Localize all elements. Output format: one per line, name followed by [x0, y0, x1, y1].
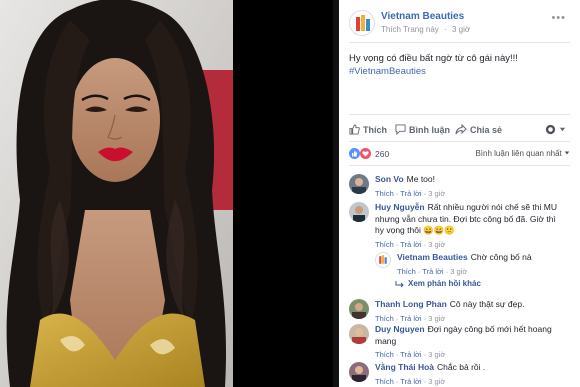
love-reaction-icon[interactable] [360, 148, 371, 159]
reactions-bar: 260 Bình luận liên quan nhất [349, 146, 570, 162]
comment-actions: Thích · Trả lời · 3 giờ [375, 188, 446, 198]
avatar[interactable] [349, 202, 369, 222]
comment-text: Chắc bả rồi . [437, 362, 486, 372]
reaction-count[interactable]: 260 [375, 149, 389, 159]
vietnam-beauties-logo-icon [356, 15, 370, 31]
more-options-icon[interactable]: ••• [551, 12, 566, 24]
post-time[interactable]: 3 giờ [452, 25, 470, 34]
comment-label: Bình luận [409, 124, 450, 135]
comment-sort-label: Bình luận liên quan nhất [475, 149, 562, 158]
post-meta: Thích Trang này · 3 giờ [381, 25, 473, 34]
comment-body: Vằng Thái Hoà Chắc bả rồi . Thích · Trả l… [375, 362, 565, 387]
post-hashtag[interactable]: #VietnamBeauties [349, 65, 569, 78]
comment-author[interactable]: Son Vo [375, 174, 404, 184]
page-name[interactable]: Vietnam Beauties [381, 11, 464, 22]
reply-author[interactable]: Vietnam Beauties [397, 252, 468, 262]
reply-arrow-icon [395, 280, 404, 287]
comment-actions: Thích · Trả lời · 3 giờ [375, 313, 446, 323]
comment-reply-link[interactable]: Trả lời [400, 377, 421, 386]
comment-actions: Thích · Trả lời · 3 giờ [375, 239, 446, 249]
chevron-down-icon [564, 151, 570, 155]
screen: Vietnam Beauties Thích Trang này · 3 giờ… [0, 0, 580, 387]
woman-portrait-image [0, 0, 233, 387]
avatar[interactable] [349, 174, 369, 194]
avatar[interactable] [375, 252, 391, 268]
reply-like-link[interactable]: Thích [397, 267, 416, 276]
share-button[interactable]: Chia sẻ [455, 124, 502, 135]
post-panel: Vietnam Beauties Thích Trang này · 3 giờ… [339, 0, 580, 387]
post-actions: Thích Bình luận Chia sẻ [349, 120, 570, 140]
like-label: Thích [363, 124, 387, 135]
view-more-replies-link[interactable]: Xem phản hồi khác [395, 279, 481, 288]
comment-bubble-icon [395, 124, 406, 135]
comment-time[interactable]: 3 giờ [428, 189, 445, 198]
comment-reply-link[interactable]: Trả lời [400, 350, 421, 359]
reactions-divider [349, 165, 570, 166]
chevron-down-icon [559, 127, 566, 132]
audience-selector[interactable] [545, 124, 569, 135]
comment-reply-link[interactable]: Trả lời [400, 189, 421, 198]
avatar[interactable] [349, 324, 369, 344]
share-label: Chia sẻ [470, 124, 503, 135]
post-text: Hy vọng có điều bất ngờ từ cô gái này!!!… [349, 52, 569, 78]
comment-like-link[interactable]: Thích [375, 314, 394, 323]
page-avatar-small-icon [545, 124, 556, 135]
avatar[interactable] [349, 299, 369, 319]
comment-actions: Thích · Trả lời · 3 giờ [375, 350, 446, 359]
comment-actions: Thích · Trả lời · 3 giờ [375, 376, 446, 386]
thumbs-up-icon [349, 124, 360, 135]
avatar[interactable] [349, 362, 369, 382]
post-message: Hy vọng có điều bất ngờ từ cô gái này!!! [349, 53, 518, 64]
comment-reply-link[interactable]: Trả lời [400, 314, 421, 323]
post-photo[interactable] [0, 0, 233, 387]
like-page-link[interactable]: Thích Trang này [381, 25, 439, 34]
view-more-replies-label: Xem phản hồi khác [408, 279, 481, 288]
reply-actions: Thích · Trả lời · 3 giờ [397, 266, 468, 276]
actions-top-divider [349, 114, 570, 115]
comment-like-link[interactable]: Thích [375, 189, 394, 198]
comment-time[interactable]: 3 giờ [428, 314, 445, 323]
comment-author[interactable]: Thanh Long Phan [375, 299, 447, 309]
comment-text: Me too! [406, 174, 436, 184]
comment-button[interactable]: Bình luận [395, 124, 450, 135]
reply-body: Vietnam Beauties Chờ công bố nà Thích · T… [397, 252, 572, 277]
comment-body: Son Vo Me too! Thích · Trả lời · 3 giờ [375, 174, 565, 199]
reply-reply-link[interactable]: Trả lời [422, 267, 443, 276]
comment-author[interactable]: Vằng Thái Hoà [375, 362, 434, 372]
comment-text: Cô này thật sự đẹp. [449, 299, 525, 309]
post-header: Vietnam Beauties Thích Trang này · 3 giờ… [349, 10, 574, 46]
comment-sort-dropdown[interactable]: Bình luận liên quan nhất [475, 149, 570, 158]
reply-time[interactable]: 3 giờ [450, 267, 467, 276]
comment-time[interactable]: 3 giờ [428, 350, 445, 359]
comment-like-link[interactable]: Thích [375, 377, 394, 386]
header-divider [349, 42, 570, 43]
meta-separator: · [444, 25, 447, 34]
like-button[interactable]: Thích [349, 124, 387, 135]
actions-bottom-divider [349, 141, 570, 142]
comment-time[interactable]: 3 giờ [428, 377, 445, 386]
comment-reply-link[interactable]: Trả lời [400, 240, 421, 249]
reply-text: Chờ công bố nà [470, 252, 532, 262]
comment-body: Thanh Long Phan Cô này thật sự đẹp. Thích… [375, 299, 565, 324]
comment-like-link[interactable]: Thích [375, 350, 394, 359]
comment-author[interactable]: Duy Nguyen [375, 324, 425, 334]
vietnam-beauties-logo-icon [379, 255, 387, 264]
comment-author[interactable]: Huy Nguyễn [375, 202, 425, 212]
comment-time[interactable]: 3 giờ [428, 240, 445, 249]
comment-like-link[interactable]: Thích [375, 240, 394, 249]
comment-body: Duy Nguyen Đợi ngày công bố mới hết hoang… [375, 324, 565, 361]
like-reaction-icon[interactable] [349, 148, 360, 159]
share-arrow-icon [455, 124, 467, 135]
page-avatar[interactable] [349, 10, 375, 36]
comment-body: Huy Nguyễn Rất nhiều người nói chế sẽ thi… [375, 202, 565, 250]
